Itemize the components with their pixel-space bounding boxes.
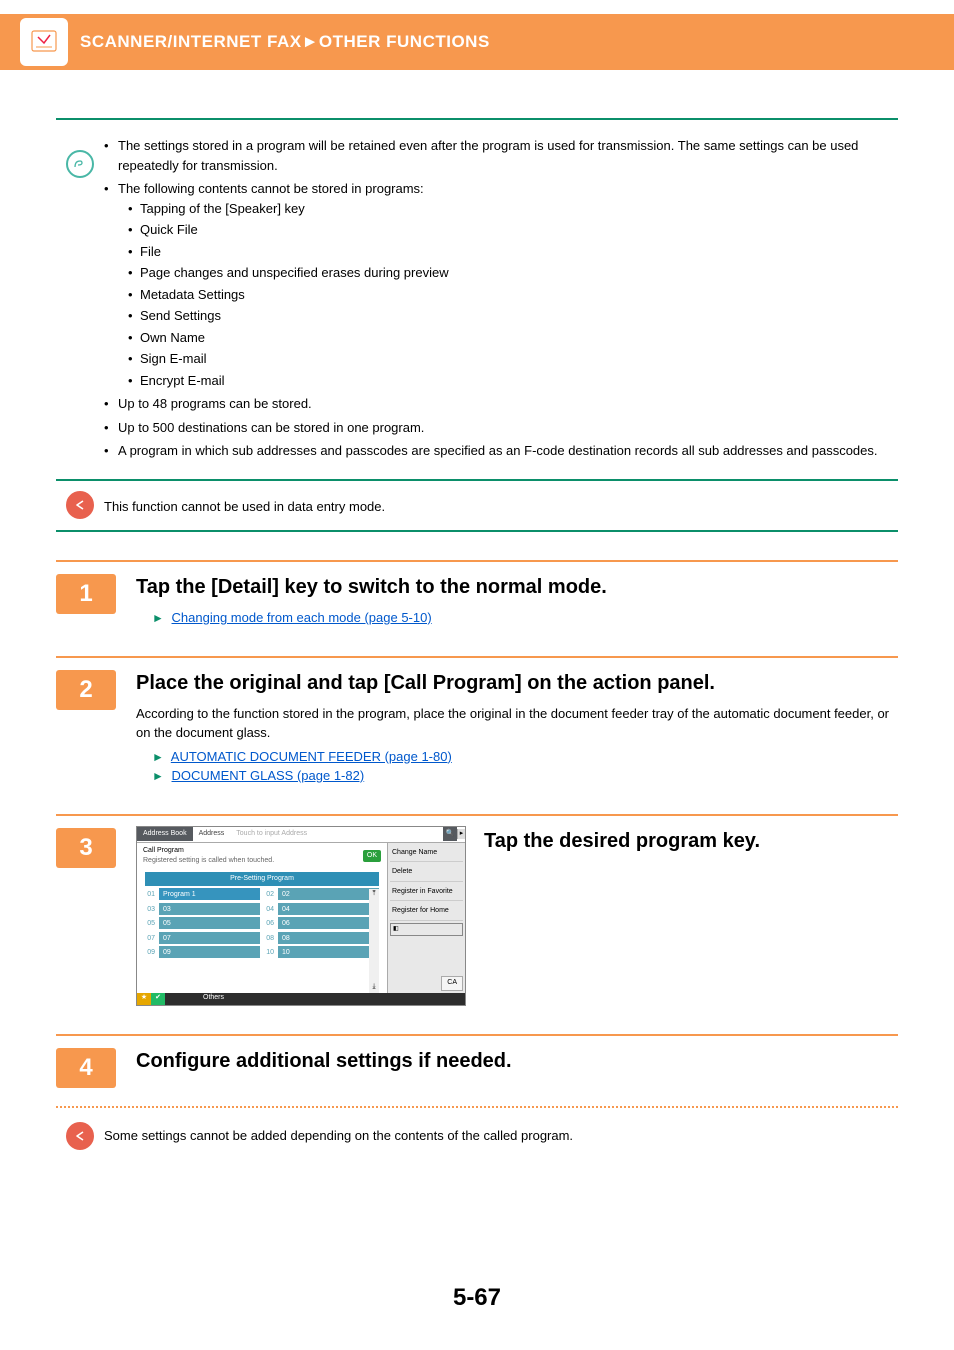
info-item: A program in which sub addresses and pas… [104, 441, 898, 461]
program-key[interactable]: 08 [278, 932, 379, 944]
breadcrumb-header: SCANNER/INTERNET FAX ► OTHER FUNCTIONS [0, 14, 954, 70]
scrollbar[interactable]: ⤒ ⤓ [369, 889, 379, 993]
program-key[interactable]: 03 [159, 903, 260, 915]
info-item: The following contents cannot be stored … [104, 179, 898, 390]
program-key[interactable]: 10 [278, 946, 379, 958]
info-sub-item: Send Settings [128, 306, 898, 326]
link-changing-mode[interactable]: Changing mode from each mode (page 5-10) [172, 610, 432, 625]
registered-hint: Registered setting is called when touche… [143, 856, 274, 867]
divider [56, 118, 898, 120]
program-key[interactable]: 04 [278, 903, 379, 915]
info-sub-item: Quick File [128, 220, 898, 240]
program-key[interactable]: 05 [159, 917, 260, 929]
ca-button[interactable]: CA [441, 976, 463, 991]
info-sub-list: Tapping of the [Speaker] key Quick File … [118, 199, 898, 391]
breadcrumb-left: SCANNER/INTERNET FAX [80, 29, 302, 55]
step-number: 2 [56, 670, 116, 710]
step-number: 3 [56, 828, 116, 868]
info-sub-item: File [128, 242, 898, 262]
info-item: Up to 500 destinations can be stored in … [104, 418, 898, 438]
program-key[interactable]: 02 [278, 888, 379, 900]
divider [56, 479, 898, 481]
step-number: 1 [56, 574, 116, 614]
info-sub-item: Own Name [128, 328, 898, 348]
step-title: Place the original and tap [Call Program… [136, 668, 898, 698]
step-title: Configure additional settings if needed. [136, 1046, 898, 1076]
info-sub-item: Page changes and unspecified erases duri… [128, 263, 898, 283]
breadcrumb-right: OTHER FUNCTIONS [319, 29, 490, 55]
info-list: The settings stored in a program will be… [104, 136, 898, 461]
search-icon[interactable]: 🔍 [443, 827, 457, 841]
action-register-favorite[interactable]: Register in Favorite [390, 884, 463, 902]
presetting-button[interactable]: Pre-Setting Program [145, 872, 379, 887]
tab-address-book[interactable]: Address Book [137, 827, 193, 842]
step-desc: According to the function stored in the … [136, 704, 898, 743]
link-adf[interactable]: AUTOMATIC DOCUMENT FEEDER (page 1-80) [171, 749, 452, 764]
info-icon [66, 150, 94, 178]
preview-button[interactable]: ◧ [390, 923, 463, 936]
dotted-divider [56, 1106, 898, 1108]
info-sub-item: Metadata Settings [128, 285, 898, 305]
check-icon[interactable]: ✔ [151, 993, 165, 1005]
tab-address[interactable]: Address [193, 827, 231, 842]
divider [56, 530, 898, 532]
action-change-name[interactable]: Change Name [390, 845, 463, 863]
arrow-icon: ► [152, 611, 164, 625]
favorite-icon[interactable]: ★ [137, 993, 151, 1005]
program-key[interactable]: Program 1 [159, 888, 260, 900]
step-warning-text: Some settings cannot be added depending … [104, 1128, 573, 1143]
step-1: 1 Tap the [Detail] key to switch to the … [56, 560, 898, 628]
prohibit-icon [66, 491, 94, 519]
step-number: 4 [56, 1048, 116, 1088]
step-title: Tap the desired program key. [484, 826, 898, 856]
scroll-up-icon[interactable]: ⤒ [372, 889, 375, 900]
action-register-home[interactable]: Register for Home [390, 903, 463, 921]
program-key[interactable]: 06 [278, 917, 379, 929]
action-delete[interactable]: Delete [390, 864, 463, 882]
info-sub-item: Sign E-mail [128, 349, 898, 369]
info-item: The settings stored in a program will be… [104, 136, 898, 175]
step-title: Tap the [Detail] key to switch to the no… [136, 572, 898, 602]
scroll-down-icon[interactable]: ⤓ [372, 982, 375, 993]
info-item: Up to 48 programs can be stored. [104, 394, 898, 414]
page-number: 5-67 [0, 1280, 954, 1316]
address-input[interactable]: Touch to input Address [230, 827, 313, 842]
step-4: 4 Configure additional settings if neede… [56, 1034, 898, 1150]
others-button[interactable]: Others [203, 993, 224, 1004]
arrow-icon: ► [152, 750, 164, 764]
info-sub-item: Tapping of the [Speaker] key [128, 199, 898, 219]
breadcrumb-sep: ► [302, 29, 319, 55]
call-program-label: Call Program [143, 846, 274, 857]
step-3: 3 Address Book Address Touch to input Ad… [56, 814, 898, 1006]
prohibit-icon [66, 1122, 94, 1150]
touchpanel-mockup: Address Book Address Touch to input Addr… [136, 826, 466, 1006]
arrow-icon: ► [152, 769, 164, 783]
scanner-fax-icon [20, 18, 68, 66]
program-key[interactable]: 07 [159, 932, 260, 944]
info-sub-item: Encrypt E-mail [128, 371, 898, 391]
step-2: 2 Place the original and tap [Call Progr… [56, 656, 898, 786]
expand-icon[interactable]: ▸ [457, 829, 465, 840]
link-doc-glass[interactable]: DOCUMENT GLASS (page 1-82) [172, 768, 365, 783]
ok-button[interactable]: OK [363, 850, 381, 863]
program-key[interactable]: 09 [159, 946, 260, 958]
restriction-text: This function cannot be used in data ent… [104, 499, 385, 514]
